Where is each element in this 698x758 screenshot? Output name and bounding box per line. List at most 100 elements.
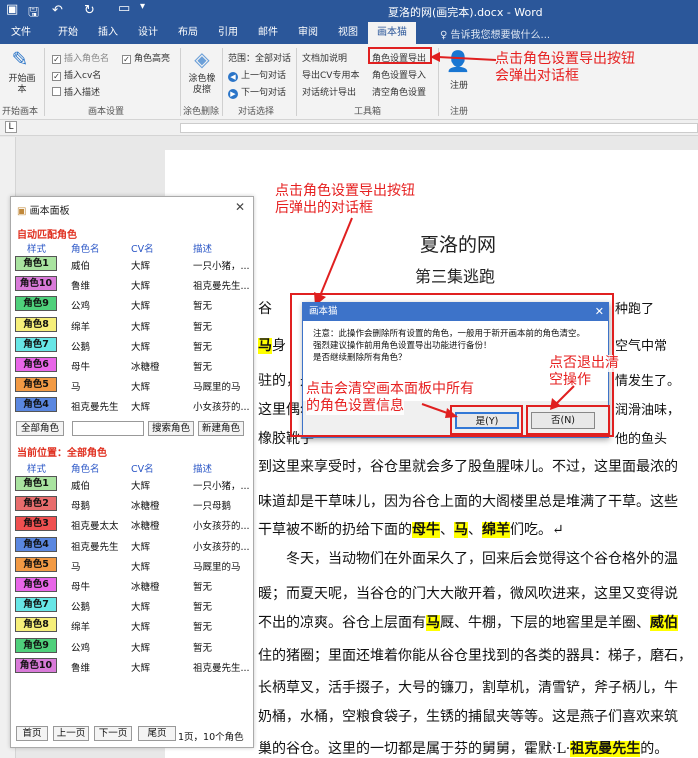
role-style-button[interactable]: 角色6	[15, 357, 57, 372]
role-cv: 冰糖橙	[131, 521, 160, 533]
last-page-button[interactable]: 尾页	[138, 726, 176, 741]
tab-mailings[interactable]: 邮件	[252, 22, 284, 44]
document-line-tail: 他的鱼头	[615, 432, 668, 447]
col-header-style: 样式	[27, 464, 47, 475]
role-style-button[interactable]: 角色5	[15, 377, 57, 393]
role-name: 威伯	[71, 481, 91, 492]
prev-dialog-button[interactable]: ◀ 上一句对话	[228, 68, 286, 82]
annotation-yes-1: 点击会清空画本面板中所有	[306, 381, 474, 398]
col-header-desc: 描述	[193, 244, 213, 255]
document-line-tail: 空气中常	[615, 339, 668, 354]
role-style-button[interactable]: 角色10	[15, 276, 57, 292]
next-page-button[interactable]: 下一页	[94, 726, 132, 741]
panel-logo-icon: ▣	[17, 206, 30, 217]
tab-stop-icon[interactable]: L	[5, 121, 17, 133]
role-name: 鲁维	[71, 662, 91, 674]
role-search-input[interactable]	[72, 421, 144, 436]
new-role-button[interactable]: 新建角色	[198, 421, 244, 436]
role-cv: 冰糖橙	[131, 501, 160, 513]
role-style-button[interactable]: 角色2	[15, 496, 57, 512]
start-drawing-button[interactable]: 开始画本	[8, 74, 36, 96]
register-group-label: 注册	[450, 107, 469, 117]
auto-match-section-title: 自动匹配角色	[17, 230, 77, 241]
role-desc: 暂无	[193, 321, 213, 333]
role-desc: 祖克曼先生...	[193, 662, 250, 674]
document-line: 冬天，当动物们在外面呆久了，回来后会觉得这个谷仓格外的温	[258, 551, 678, 567]
tab-file[interactable]: 文件	[0, 22, 42, 44]
document-line: 巢的谷仓。这里的一切都是属于芬的舅舅，霍默·L·祖克曼先生的。	[258, 741, 669, 757]
role-name: 公鸡	[71, 642, 91, 654]
all-roles-button[interactable]: 全部角色	[16, 421, 64, 436]
chevron-down-icon[interactable]: ▾	[140, 1, 145, 12]
role-style-button[interactable]: 角色10	[15, 657, 57, 673]
role-style-button[interactable]: 角色7	[15, 336, 57, 352]
role-style-button[interactable]: 角色9	[15, 296, 57, 312]
eraser-button[interactable]: 涂色橡皮擦	[186, 74, 218, 96]
role-style-button[interactable]: 角色5	[15, 556, 57, 572]
role-style-button[interactable]: 角色6	[15, 577, 57, 592]
role-desc: 马厩里的马	[193, 382, 241, 394]
document-line: 到这里来享受时，谷仓里就会多了股鱼腥味儿。不过，这里面最浓的	[258, 459, 678, 475]
insert-role-name-checkbox[interactable]: ✓ 插入角色名	[52, 51, 109, 64]
annotation-dialog-2: 后弹出的对话框	[275, 200, 373, 216]
insert-desc-checkbox[interactable]: 插入描述	[52, 85, 100, 98]
close-icon[interactable]: ✕	[235, 200, 245, 214]
document-line: 暖；而夏天呢，当谷仓的门大大敞开着，微风吹进来，这里又变得说	[258, 586, 678, 602]
col-header-name: 角色名	[71, 464, 100, 475]
start-drawing-icon: ✎	[11, 47, 29, 71]
role-style-button[interactable]: 角色8	[15, 617, 57, 633]
tell-me-search[interactable]: ♀ 告诉我您想要做什么...	[440, 26, 550, 41]
role-cv: 大辉	[131, 382, 151, 394]
role-style-button[interactable]: 角色4	[15, 397, 57, 413]
tab-insert[interactable]: 插入	[92, 22, 124, 44]
role-style-button[interactable]: 角色4	[15, 536, 57, 552]
role-name: 威伯	[71, 261, 91, 272]
role-style-button[interactable]: 角色1	[15, 256, 57, 271]
role-cv: 大辉	[131, 481, 151, 492]
arrow-right-icon: ▶	[228, 89, 238, 99]
customize-icon[interactable]: ▭	[118, 1, 130, 16]
word-logo-icon: ▣	[6, 2, 19, 17]
tab-design[interactable]: 设计	[132, 22, 164, 44]
arrow-left-icon: ◀	[228, 72, 238, 82]
document-subtitle: 第三集逃跑	[415, 267, 496, 286]
search-role-button[interactable]: 搜索角色	[148, 421, 194, 436]
role-style-button[interactable]: 角色9	[15, 637, 57, 653]
role-desc: 一只小猪，...	[193, 261, 250, 272]
role-cv: 大辉	[131, 402, 151, 414]
role-style-button[interactable]: 角色1	[15, 476, 57, 491]
role-name: 马	[71, 561, 81, 573]
tab-huabenmao[interactable]: 画本猫	[368, 22, 416, 44]
lightbulb-icon: ♀	[440, 30, 451, 41]
role-highlight-checkbox[interactable]: ✓ 角色高亮	[122, 51, 170, 64]
tab-review[interactable]: 审阅	[292, 22, 324, 44]
dialog-group-label: 对话选择	[238, 107, 275, 117]
tab-view[interactable]: 视图	[332, 22, 364, 44]
undo-icon[interactable]: ↶	[52, 3, 63, 18]
document-line-tail: 种跑了	[615, 302, 655, 317]
dialog-stats-button[interactable]: 对话统计导出	[302, 85, 356, 98]
ruler-track[interactable]	[180, 123, 698, 133]
role-name: 鲁维	[71, 281, 91, 293]
first-page-button[interactable]: 首页	[16, 726, 48, 741]
tab-layout[interactable]: 布局	[172, 22, 204, 44]
yes-highlight	[450, 405, 523, 435]
insert-cv-name-checkbox[interactable]: ✓ 插入cv名	[52, 68, 101, 81]
next-dialog-button[interactable]: ▶ 下一句对话	[228, 85, 286, 99]
doc-help-button[interactable]: 文档加说明	[302, 51, 347, 64]
export-cv-button[interactable]: 导出CV专用本	[302, 68, 359, 81]
import-roles-button[interactable]: 角色设置导入	[372, 68, 426, 81]
role-style-button[interactable]: 角色8	[15, 316, 57, 332]
tab-references[interactable]: 引用	[212, 22, 244, 44]
window-title: 夏洛的网(画完本).docx - Word	[388, 6, 543, 19]
annotation-dialog-1: 点击角色设置导出按钮	[275, 183, 415, 199]
redo-icon[interactable]: ↻	[84, 3, 95, 18]
tab-home[interactable]: 开始	[52, 22, 84, 44]
prev-page-button[interactable]: 上一页	[53, 726, 89, 741]
role-style-button[interactable]: 角色7	[15, 597, 57, 613]
register-button[interactable]: 注册	[450, 78, 468, 91]
scope-dropdown[interactable]: 范围：全部对话	[228, 51, 291, 64]
clear-roles-button[interactable]: 清空角色设置	[372, 85, 426, 98]
role-cv: 大辉	[131, 561, 151, 573]
role-style-button[interactable]: 角色3	[15, 516, 57, 532]
